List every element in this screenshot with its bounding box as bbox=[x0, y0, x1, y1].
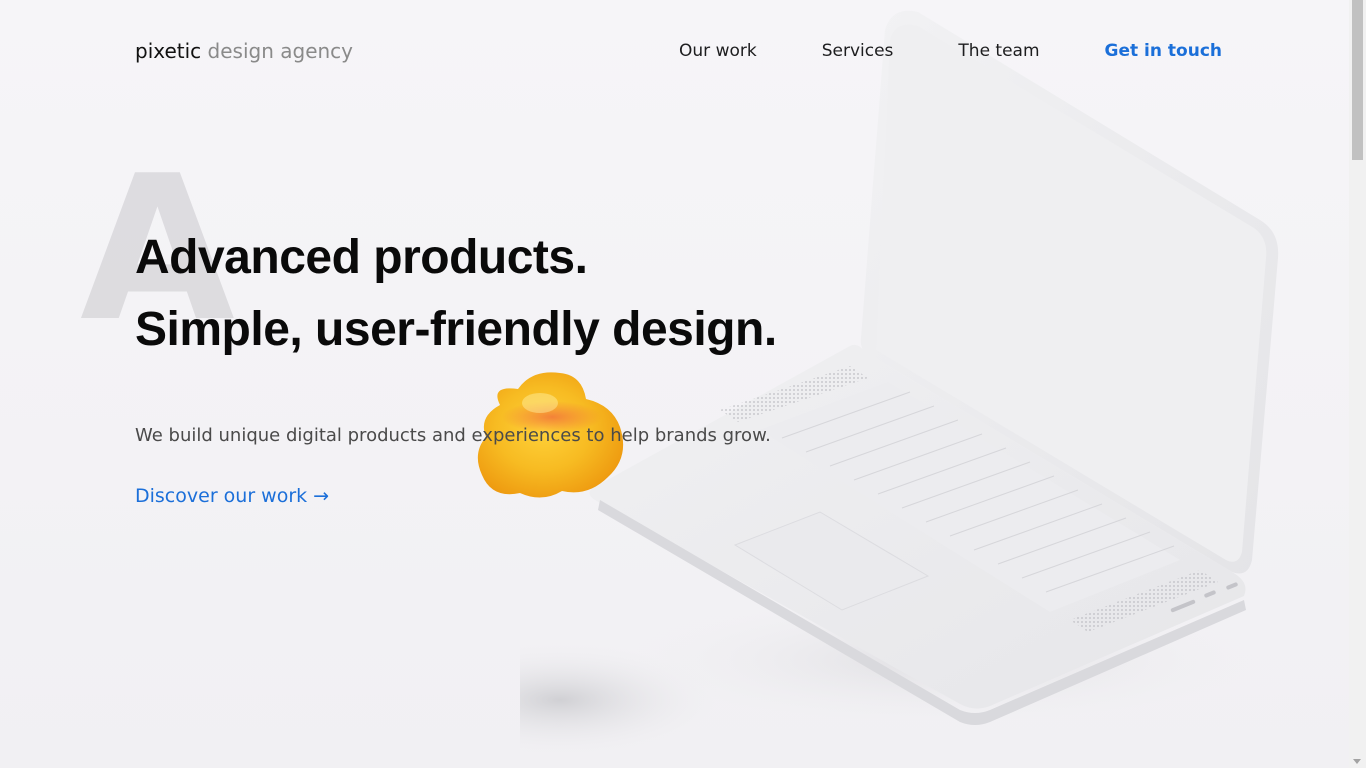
nav-item-services[interactable]: Services bbox=[822, 37, 894, 65]
brand-logo[interactable]: pixetic design agency bbox=[135, 37, 353, 65]
main-nav: Our work Services The team Get in touch bbox=[614, 37, 1222, 65]
headline-line-2: Simple, user-friendly design. bbox=[135, 303, 777, 356]
headline-line-1: Advanced products. bbox=[135, 231, 588, 284]
scrollbar-thumb[interactable] bbox=[1352, 0, 1363, 160]
page-scrollbar[interactable] bbox=[1349, 0, 1366, 768]
arrow-right-icon: → bbox=[313, 485, 330, 507]
nav-item-our-work[interactable]: Our work bbox=[679, 37, 757, 65]
brand-tagline: design agency bbox=[207, 39, 353, 63]
get-in-touch-link[interactable]: Get in touch bbox=[1105, 37, 1222, 65]
discover-our-work-link[interactable]: Discover our work → bbox=[135, 482, 329, 510]
scroll-down-icon[interactable] bbox=[1353, 759, 1361, 764]
hero-headline: Advanced products. Simple, user-friendly… bbox=[135, 222, 777, 366]
laptop-illustration bbox=[520, 10, 1279, 760]
discover-label: Discover our work bbox=[135, 485, 308, 507]
nav-item-the-team[interactable]: The team bbox=[958, 37, 1039, 65]
page: pixetic design agency Our work Services … bbox=[0, 0, 1366, 768]
hero-subtext: We build unique digital products and exp… bbox=[135, 425, 771, 446]
brand-name: pixetic bbox=[135, 39, 202, 63]
